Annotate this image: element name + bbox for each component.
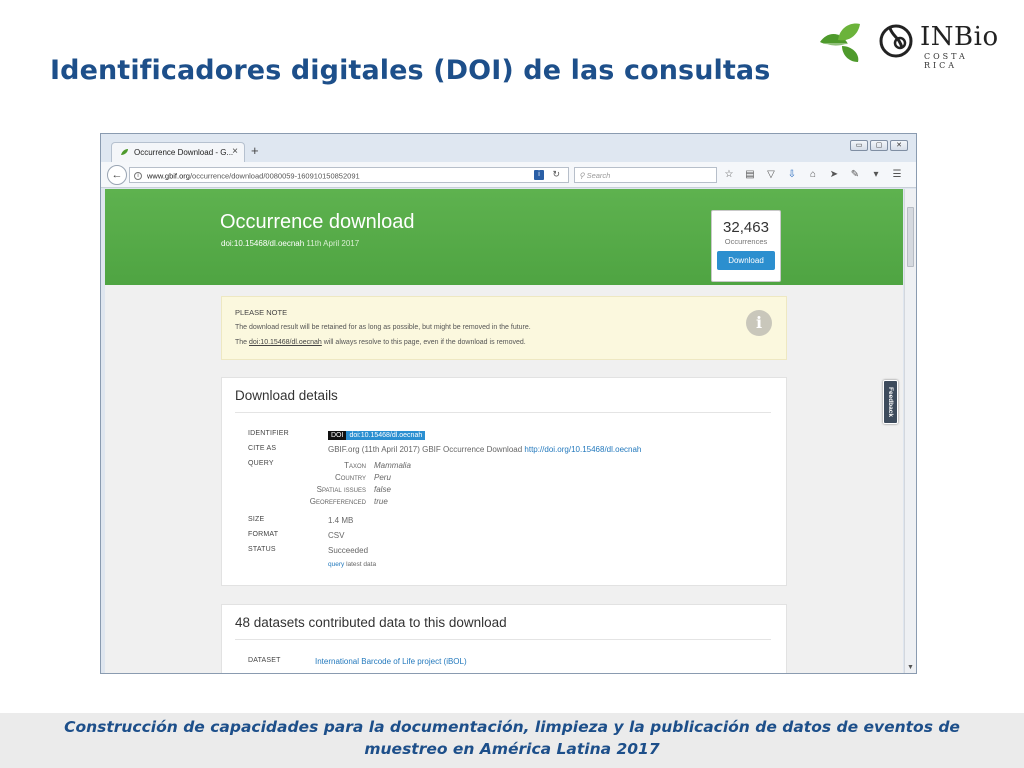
notice-box: PLEASE NOTE The download result will be …: [221, 296, 787, 360]
home-icon[interactable]: ⌂: [807, 168, 819, 182]
browser-tab[interactable]: Occurrence Download - G... ×: [111, 142, 245, 162]
bookmark-star-icon[interactable]: ☆: [723, 168, 735, 182]
scroll-thumb[interactable]: [907, 207, 914, 267]
scroll-down-icon[interactable]: ▼: [907, 664, 914, 671]
reader-view-icon[interactable]: i: [534, 170, 544, 180]
menu-icon[interactable]: ☰: [891, 168, 903, 182]
download-details-card: Download details IDENTIFIER DOI doi:10.15…: [221, 377, 787, 586]
new-tab-icon[interactable]: +: [251, 143, 259, 158]
vertical-scrollbar[interactable]: ▼: [904, 189, 916, 673]
notice-title: PLEASE NOTE: [235, 308, 288, 317]
restore-icon[interactable]: ▢: [870, 140, 888, 151]
page-viewport: Occurrence download doi:10.15468/dl.oecn…: [105, 189, 903, 673]
tab-close-icon[interactable]: ×: [232, 146, 238, 157]
notice-doi-link[interactable]: doi:10.15468/dl.oecnah: [249, 339, 322, 346]
info-icon: i: [746, 310, 772, 336]
hero-banner: Occurrence download doi:10.15468/dl.oecn…: [105, 189, 903, 285]
query-key: Taxon: [344, 461, 366, 470]
close-window-icon[interactable]: ✕: [890, 140, 908, 151]
search-input[interactable]: ⚲ Search: [574, 167, 717, 183]
slide-title: Identificadores digitales (DOI) de las c…: [50, 55, 771, 86]
datasets-card: 48 datasets contributed data to this dow…: [221, 604, 787, 673]
status-value: Succeeded: [328, 546, 369, 555]
hero-doi-value: doi:10.15468/dl.oecnah: [221, 239, 305, 248]
notice-line-2: The doi:10.15468/dl.oecnah will always r…: [235, 339, 773, 346]
query-key: Spatial issues: [316, 485, 366, 494]
latest-data-text: latest data: [344, 561, 377, 568]
feedback-tab[interactable]: Feedback: [883, 380, 898, 424]
dataset-column-label: DATASET: [248, 657, 281, 664]
pocket-icon[interactable]: ▽: [765, 168, 777, 182]
format-value: CSV: [328, 531, 345, 540]
gbif-favicon-icon: [121, 149, 128, 155]
window-controls: ▭ ▢ ✕: [850, 140, 908, 151]
download-details-title: Download details: [235, 388, 338, 403]
occurrence-count-label: Occurrences: [724, 237, 768, 246]
minimize-icon[interactable]: ▭: [850, 140, 868, 151]
inbio-logo-text: INBio: [920, 22, 999, 52]
inbio-logo-subtitle: COSTA RICA: [924, 52, 968, 70]
cite-value: GBIF.org (11th April 2017) GBIF Occurren…: [328, 445, 641, 454]
query-value: true: [374, 497, 388, 506]
tab-title: Occurrence Download - G...: [134, 148, 234, 157]
identifier-label: IDENTIFIER: [248, 430, 289, 437]
notice-line-1: The download result will be retained for…: [235, 324, 531, 331]
occurrence-count: 32,463: [723, 219, 769, 236]
cite-doi-link[interactable]: http://doi.org/10.15468/dl.oecnah: [524, 445, 641, 454]
cite-text: GBIF.org (11th April 2017) GBIF Occurren…: [328, 445, 525, 454]
inbio-logo: INBio COSTA RICA: [878, 20, 999, 70]
downloads-icon[interactable]: ⇩: [786, 168, 798, 182]
hero-doi: doi:10.15468/dl.oecnah 11th April 2017: [221, 239, 359, 248]
site-info-icon[interactable]: i: [134, 172, 142, 181]
bookmarks-list-icon[interactable]: ▤: [744, 168, 756, 182]
download-button[interactable]: Download: [717, 251, 775, 270]
back-arrow-icon[interactable]: ←: [107, 165, 127, 185]
format-label: FORMAT: [248, 531, 279, 538]
query-key: Country: [334, 473, 366, 482]
query-value: Peru: [374, 473, 391, 482]
datasets-title: 48 datasets contributed data to this dow…: [235, 615, 507, 630]
hero-title: Occurrence download: [220, 211, 415, 233]
browser-navbar: ← i www.gbif.org/occurrence/download/0080…: [101, 162, 916, 188]
divider: [235, 639, 771, 640]
query-value: false: [374, 485, 391, 494]
doi-badge[interactable]: DOI doi:10.15468/dl.oecnah: [328, 430, 426, 440]
browser-titlebar: Occurrence Download - G... × + ▭ ▢ ✕: [101, 134, 916, 162]
query-latest-note: query latest data: [328, 561, 376, 568]
browser-window: Occurrence Download - G... × + ▭ ▢ ✕ ← i…: [100, 133, 917, 674]
query-link[interactable]: query: [328, 561, 344, 568]
send-icon[interactable]: ➤: [828, 168, 840, 182]
url-bar[interactable]: i www.gbif.org/occurrence/download/008005…: [129, 167, 569, 183]
toolbar-icons: ☆ ▤ ▽ ⇩ ⌂ ➤ ✎ ▾ ☰: [723, 168, 903, 182]
doi-value: doi:10.15468/dl.oecnah: [346, 431, 426, 440]
url-path: /occurrence/download/0080059-16091015085…: [189, 171, 360, 181]
size-label: SIZE: [248, 516, 265, 523]
inbio-emblem-icon: [879, 24, 913, 58]
status-label: STATUS: [248, 546, 276, 553]
reload-icon[interactable]: ↻: [552, 169, 560, 180]
search-placeholder: Search: [586, 171, 611, 180]
occurrence-count-box: 32,463 Occurrences Download: [711, 210, 781, 282]
overflow-chevron-icon[interactable]: ▾: [870, 168, 882, 182]
query-value: Mammalia: [374, 461, 411, 470]
divider: [235, 412, 771, 413]
notice-line-2-suffix: will always resolve to this page, even i…: [321, 339, 526, 346]
size-value: 1.4 MB: [328, 516, 354, 525]
footer-text: Construcción de capacidades para la docu…: [64, 718, 960, 758]
dataset-link[interactable]: International Barcode of Life project (i…: [315, 657, 467, 666]
slide: Identificadores digitales (DOI) de las c…: [0, 0, 1024, 768]
leaf-logo-icon: [820, 23, 860, 62]
url-host: www.gbif.org: [147, 171, 190, 181]
query-key: Georeferenced: [309, 497, 366, 506]
extension-icon[interactable]: ✎: [849, 168, 861, 182]
cite-label: CITE AS: [248, 445, 277, 452]
hero-date: 11th April 2017: [306, 239, 360, 248]
doi-tag: DOI: [328, 431, 347, 440]
notice-line-2-prefix: The: [235, 339, 250, 346]
